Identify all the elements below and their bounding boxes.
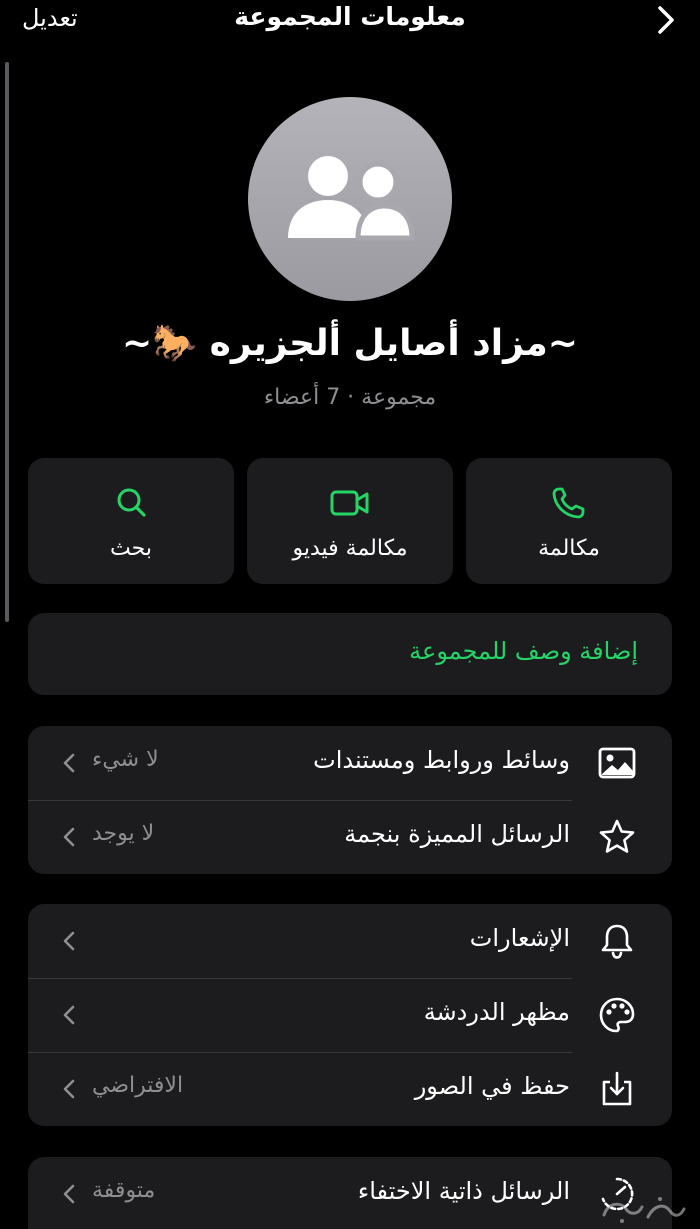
disappearing-section: الرسائل ذاتية الاختفاء متوقفة [28, 1157, 672, 1229]
chevron-left-icon [63, 1079, 75, 1099]
search-icon [117, 488, 146, 517]
save-to-photos-label: حفظ في الصور [414, 1072, 570, 1100]
image-icon [598, 747, 636, 779]
video-call-button-label: مكالمة فيديو [292, 536, 408, 561]
starred-messages-row[interactable]: الرسائل المميزة بنجمة لا يوجد [28, 800, 672, 874]
media-links-docs-label: وسائط وروابط ومستندات [313, 746, 570, 774]
media-links-docs-row[interactable]: وسائط وروابط ومستندات لا شيء [28, 726, 672, 800]
chevron-left-icon [63, 1005, 75, 1025]
chat-theme-row[interactable]: مظهر الدردشة [28, 978, 672, 1052]
star-icon [599, 819, 635, 853]
bell-icon [601, 924, 633, 959]
watermark-logo [602, 1197, 686, 1223]
save-to-photos-row[interactable]: حفظ في الصور الافتراضي [28, 1052, 672, 1126]
chevron-right-icon[interactable] [652, 4, 680, 36]
group-people-icon [288, 156, 414, 241]
chevron-left-icon [63, 931, 75, 951]
notifications-label: الإشعارات [469, 924, 570, 952]
chevron-left-icon [63, 1184, 75, 1204]
palette-icon [599, 997, 635, 1033]
disappearing-messages-row[interactable]: الرسائل ذاتية الاختفاء متوقفة [28, 1157, 672, 1229]
disappearing-messages-label: الرسائل ذاتية الاختفاء [357, 1177, 570, 1205]
group-avatar[interactable] [248, 97, 452, 301]
save-download-icon [602, 1071, 632, 1106]
video-call-button[interactable]: مكالمة فيديو [247, 458, 453, 584]
starred-messages-value: لا يوجد [92, 821, 155, 846]
voice-call-button[interactable]: مكالمة [466, 458, 672, 584]
chevron-left-icon [63, 753, 75, 773]
disappearing-messages-value: متوقفة [92, 1178, 156, 1203]
save-to-photos-value: الافتراضي [92, 1073, 184, 1098]
video-camera-icon [330, 490, 369, 516]
search-button-label: بحث [110, 536, 152, 561]
starred-messages-label: الرسائل المميزة بنجمة [344, 820, 570, 848]
media-links-docs-value: لا شيء [92, 747, 159, 772]
add-description-card[interactable]: إضافة وصف للمجموعة [28, 613, 672, 695]
voice-call-button-label: مكالمة [538, 536, 600, 561]
search-button[interactable]: بحث [28, 458, 234, 584]
settings-section: الإشعارات مظهر الدردشة حفظ في الصور الاف… [28, 904, 672, 1126]
notifications-row[interactable]: الإشعارات [28, 904, 672, 978]
add-description-link[interactable]: إضافة وصف للمجموعة [409, 637, 638, 665]
group-member-count: مجموعة · 7 أعضاء [263, 385, 437, 410]
page-title: معلومات المجموعة [234, 2, 466, 31]
group-name: ~مزاد أصايل ألجزيره 🐎~ [122, 323, 578, 364]
chevron-left-icon [63, 827, 75, 847]
phone-icon [552, 487, 585, 519]
chat-theme-label: مظهر الدردشة [423, 998, 570, 1026]
media-starred-section: وسائط وروابط ومستندات لا شيء الرسائل الم… [28, 726, 672, 874]
navigation-bar: تعديل معلومات المجموعة [0, 0, 700, 40]
